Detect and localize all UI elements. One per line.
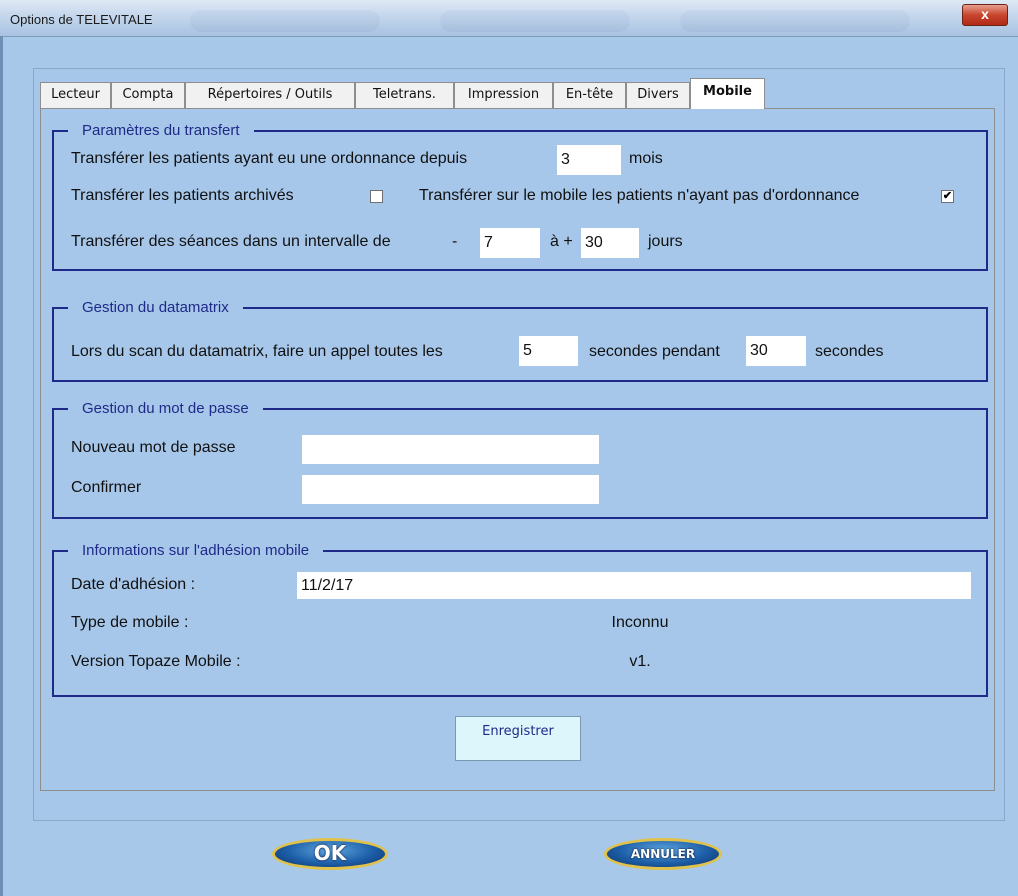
mobile-type-value: Inconnu xyxy=(611,614,669,631)
new-password-label: Nouveau mot de passe xyxy=(71,439,236,456)
interval-minus: - xyxy=(452,233,458,250)
interval-after-input[interactable] xyxy=(581,228,639,258)
interval-label: Transférer des séances dans un intervall… xyxy=(71,233,391,250)
no-prescription-checkbox[interactable]: ✔ xyxy=(941,190,954,203)
title-bar-decoration xyxy=(190,10,380,32)
membership-date-field[interactable] xyxy=(297,572,971,599)
tab-lecteur[interactable]: Lecteur xyxy=(40,82,111,108)
datamatrix-legend: Gestion du datamatrix xyxy=(68,299,243,317)
cancel-button[interactable]: ANNULER xyxy=(604,838,722,870)
title-bar-decoration xyxy=(440,10,630,32)
interval-before-input[interactable] xyxy=(480,228,540,258)
archived-patients-label: Transférer les patients archivés xyxy=(71,187,294,204)
ok-button[interactable]: OK xyxy=(272,838,388,870)
datamatrix-interval-input[interactable] xyxy=(519,336,578,366)
close-icon: x xyxy=(981,6,989,22)
no-prescription-label: Transférer sur le mobile les patients n'… xyxy=(419,187,860,204)
confirm-password-label: Confirmer xyxy=(71,479,142,496)
datamatrix-unit: secondes xyxy=(815,343,884,360)
archived-patients-checkbox[interactable] xyxy=(370,190,383,203)
window-title: Options de TELEVITALE xyxy=(10,12,153,27)
save-button[interactable]: Enregistrer xyxy=(455,716,581,761)
close-button[interactable]: x xyxy=(962,4,1008,26)
tab-teletrans[interactable]: Teletrans. xyxy=(355,82,454,108)
mobile-version-label: Version Topaze Mobile : xyxy=(71,653,241,670)
datamatrix-during-label: secondes pendant xyxy=(589,343,720,360)
datamatrix-duration-input[interactable] xyxy=(746,336,806,366)
tab-divers[interactable]: Divers xyxy=(626,82,690,108)
tab-en-tete[interactable]: En-tête xyxy=(553,82,626,108)
title-bar-decoration xyxy=(680,10,910,32)
transfer-since-unit: mois xyxy=(629,150,663,167)
membership-legend: Informations sur l'adhésion mobile xyxy=(68,542,324,560)
mobile-type-label: Type de mobile : xyxy=(71,614,189,631)
title-bar: Options de TELEVITALE x xyxy=(0,0,1018,37)
tab-compta[interactable]: Compta xyxy=(111,82,185,108)
membership-date-label: Date d'adhésion : xyxy=(71,576,196,593)
confirm-password-input[interactable] xyxy=(302,475,599,504)
new-password-input[interactable] xyxy=(302,435,599,464)
transfer-since-input[interactable] xyxy=(557,145,621,175)
interval-plus-label: à + xyxy=(550,233,573,250)
tab-impression[interactable]: Impression xyxy=(454,82,553,108)
tab-repertoires-outils[interactable]: Répertoires / Outils xyxy=(185,82,355,108)
transfer-settings-legend: Paramètres du transfert xyxy=(68,122,254,140)
transfer-since-label: Transférer les patients ayant eu une ord… xyxy=(71,150,468,167)
tab-mobile[interactable]: Mobile xyxy=(690,78,765,109)
datamatrix-scan-label: Lors du scan du datamatrix, faire un app… xyxy=(71,343,443,360)
checkmark-icon: ✔ xyxy=(942,190,953,202)
window-edge xyxy=(0,36,3,896)
interval-unit: jours xyxy=(648,233,683,250)
password-legend: Gestion du mot de passe xyxy=(68,400,263,418)
mobile-version-value: v1. xyxy=(629,653,651,670)
